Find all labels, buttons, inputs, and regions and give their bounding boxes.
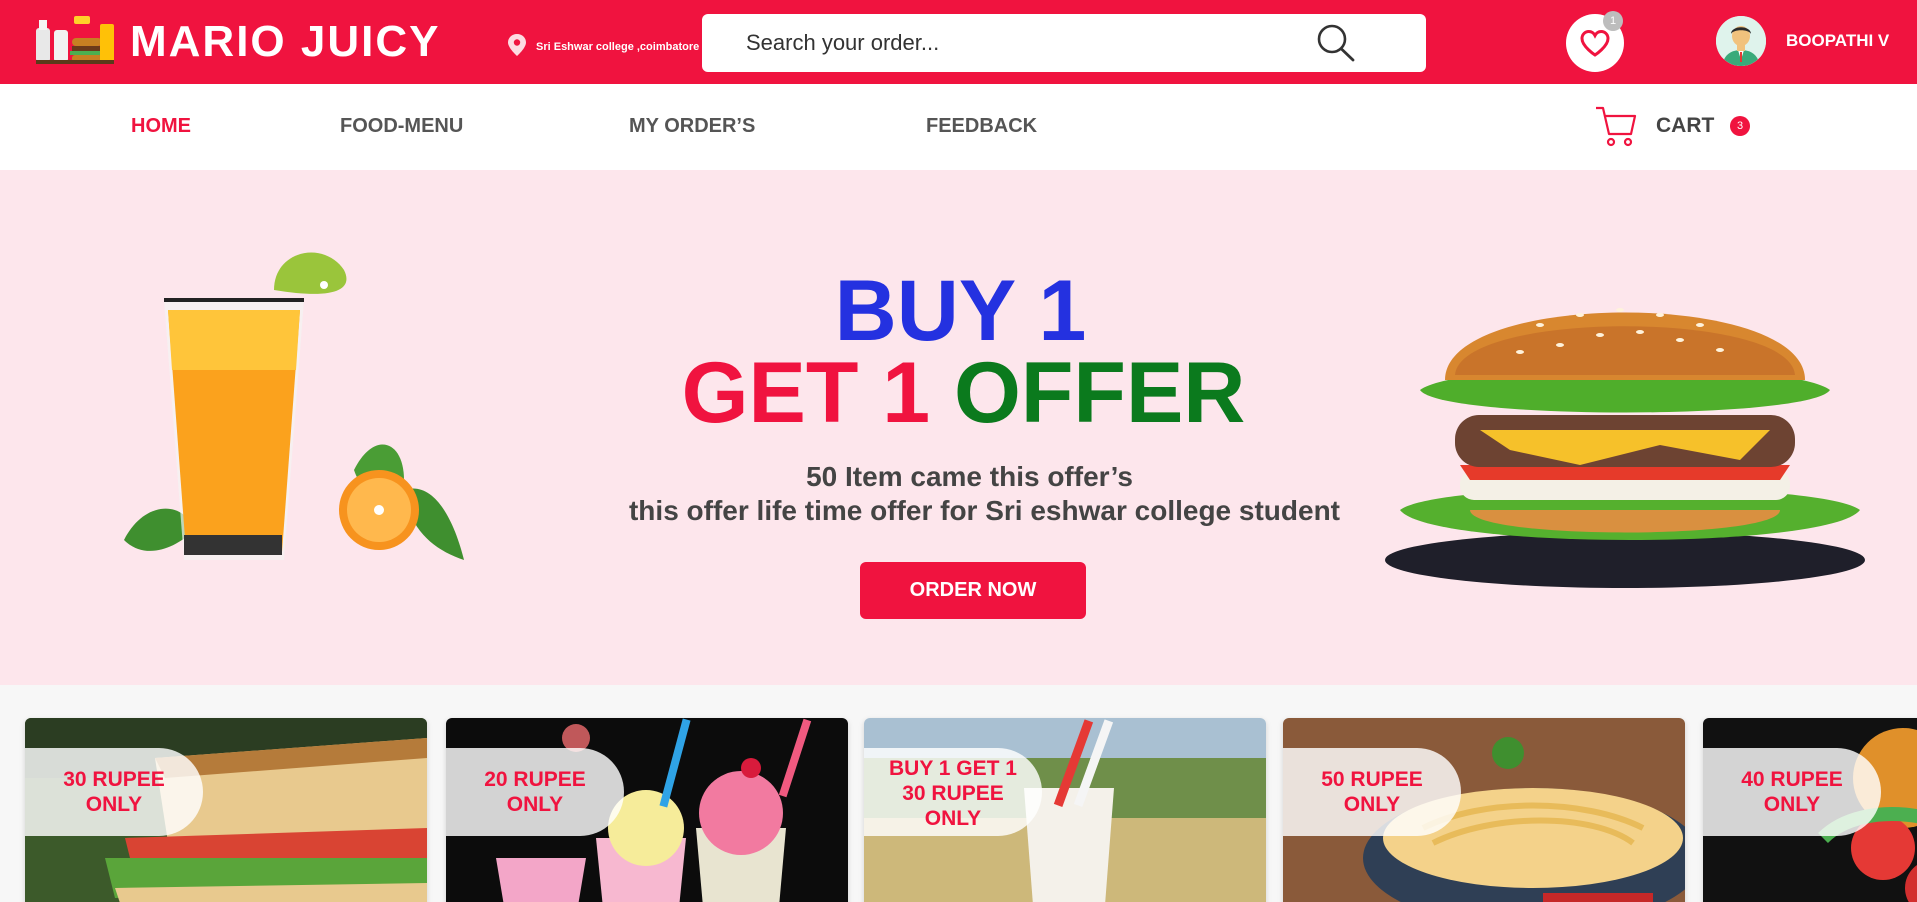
- search-icon[interactable]: [1314, 22, 1358, 64]
- offer-price-line: BUY 1 GET 1: [889, 757, 1017, 780]
- logo-icon[interactable]: [34, 14, 116, 66]
- nav-feedback[interactable]: FEEDBACK: [926, 114, 1037, 138]
- offer-price-line: ONLY: [506, 793, 564, 816]
- offer-card-sandwich[interactable]: 30 RUPEE ONLY: [25, 718, 427, 902]
- hero-banner: BUY 1 GET 1 OFFER 50 Item came this offe…: [0, 170, 1917, 685]
- nav-home[interactable]: HOME: [131, 114, 191, 138]
- burger-image: [1385, 308, 1865, 588]
- offer-price-line: 30 RUPEE: [63, 768, 165, 791]
- offer-card-milkshakes[interactable]: 20 RUPEE ONLY: [446, 718, 848, 902]
- nav-food-menu[interactable]: FOOD-MENU: [340, 114, 463, 138]
- offer-price-line: ONLY: [85, 793, 143, 816]
- avatar[interactable]: [1716, 16, 1766, 66]
- offer-card-salad[interactable]: 40 RUPEE ONLY: [1703, 718, 1917, 902]
- offer-price-tag: 20 RUPEE ONLY: [446, 748, 624, 836]
- offer-price-tag: 30 RUPEE ONLY: [25, 748, 203, 836]
- offer-price-tag: 50 RUPEE ONLY: [1283, 748, 1461, 836]
- offer-price-line: ONLY: [1343, 793, 1401, 816]
- offer-price-tag: 40 RUPEE ONLY: [1703, 748, 1881, 836]
- order-now-button[interactable]: ORDER NOW: [860, 562, 1086, 619]
- offer-price-line: 40 RUPEE: [1741, 768, 1843, 791]
- offer-card-milk[interactable]: BUY 1 GET 1 30 RUPEE ONLY: [864, 718, 1266, 902]
- offer-price-line: 50 RUPEE: [1321, 768, 1423, 791]
- brand-title[interactable]: MARIO JUICY: [130, 16, 440, 68]
- main-nav: HOME FOOD-MENU MY ORDER’S FEEDBACK CART …: [0, 84, 1917, 170]
- search-input[interactable]: [746, 24, 1306, 62]
- wishlist-count-badge: 1: [1603, 11, 1623, 31]
- offer-price-line: 20 RUPEE: [484, 768, 586, 791]
- offer-price-tag: BUY 1 GET 1 30 RUPEE ONLY: [864, 748, 1042, 836]
- offer-price-line: 30 RUPEE: [902, 782, 1004, 805]
- hero-headline-offer-word: OFFER: [953, 345, 1246, 441]
- top-bar: MARIO JUICY Sri Eshwar college ,coimbato…: [0, 0, 1917, 84]
- nav-my-orders[interactable]: MY ORDER’S: [629, 114, 755, 138]
- hero-headline-get: GET 1: [681, 345, 931, 441]
- cart-link[interactable]: CART: [1656, 114, 1714, 138]
- offer-cards: 30 RUPEE ONLY 20 RUPEE ONLY BUY 1 GET 1 …: [0, 685, 1917, 902]
- heart-icon: [1580, 29, 1610, 57]
- user-avatar-icon: [1716, 16, 1766, 66]
- location-text[interactable]: Sri Eshwar college ,coimbatore: [536, 40, 699, 54]
- offer-price-line: ONLY: [1763, 793, 1821, 816]
- offer-price-line: ONLY: [924, 807, 982, 830]
- offer-card-noodles[interactable]: 50 RUPEE ONLY: [1283, 718, 1685, 902]
- cart-count-badge: 3: [1730, 116, 1750, 136]
- location-pin-icon: [508, 34, 526, 56]
- search-bar: [702, 14, 1426, 72]
- cart-icon[interactable]: [1594, 104, 1638, 148]
- username[interactable]: BOOPATHI V: [1786, 30, 1889, 52]
